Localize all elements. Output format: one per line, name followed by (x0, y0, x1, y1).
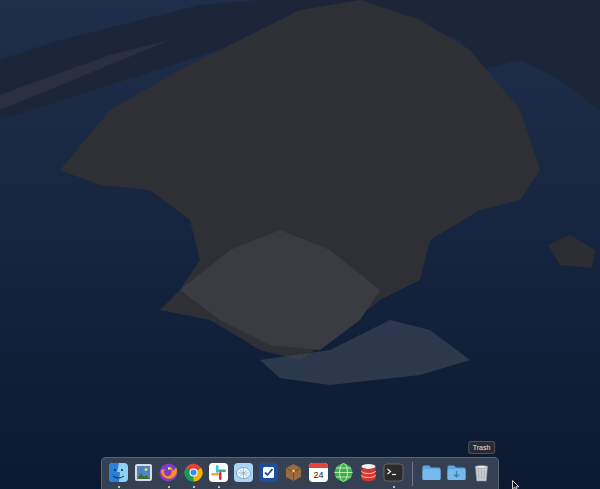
terminal-icon[interactable] (383, 462, 404, 483)
dock-item[interactable]: 24 (308, 458, 329, 489)
dock-item[interactable] (108, 458, 129, 489)
preview-icon[interactable] (133, 462, 154, 483)
dock-item[interactable] (383, 458, 404, 489)
running-indicator (318, 486, 320, 488)
running-indicator (293, 486, 295, 488)
dock-item[interactable] (133, 458, 154, 489)
running-indicator (456, 486, 458, 488)
cursor-icon (512, 480, 520, 489)
running-indicator (168, 486, 170, 488)
dock-item[interactable] (158, 458, 179, 489)
running-indicator (143, 486, 145, 488)
trash-icon[interactable] (471, 462, 492, 483)
chrome-icon[interactable] (183, 462, 204, 483)
tooltip: Trash (468, 441, 496, 454)
database-icon[interactable] (358, 462, 379, 483)
running-indicator (393, 486, 395, 488)
dock: 24 Trash (101, 457, 499, 489)
dock-item[interactable] (358, 458, 379, 489)
dock-item[interactable] (283, 458, 304, 489)
slack-icon[interactable] (208, 462, 229, 483)
running-indicator (218, 486, 220, 488)
firefox-icon[interactable] (158, 462, 179, 483)
dock-item[interactable] (183, 458, 204, 489)
running-indicator (431, 486, 433, 488)
dock-item[interactable] (233, 458, 254, 489)
running-indicator (193, 486, 195, 488)
running-indicator (243, 486, 245, 488)
sphere-app-icon[interactable] (333, 462, 354, 483)
dock-item[interactable] (333, 458, 354, 489)
dock-item[interactable] (208, 458, 229, 489)
running-indicator (481, 486, 483, 488)
calendar-day: 24 (308, 470, 329, 481)
checklist-icon[interactable] (258, 462, 279, 483)
running-indicator (118, 486, 120, 488)
dock-item[interactable] (258, 458, 279, 489)
dock-separator (412, 462, 413, 486)
dock-item[interactable]: Trash (471, 458, 492, 489)
running-indicator (368, 486, 370, 488)
dock-item[interactable] (446, 458, 467, 489)
finder-icon[interactable] (108, 462, 129, 483)
desktop: 24 Trash (0, 0, 600, 489)
running-indicator (343, 486, 345, 488)
dock-item[interactable] (421, 458, 442, 489)
folder-icon[interactable] (421, 462, 442, 483)
running-indicator (268, 486, 270, 488)
downloads-folder-icon[interactable] (446, 462, 467, 483)
brain-app-icon[interactable] (233, 462, 254, 483)
package-icon[interactable] (283, 462, 304, 483)
wallpaper (0, 0, 600, 489)
